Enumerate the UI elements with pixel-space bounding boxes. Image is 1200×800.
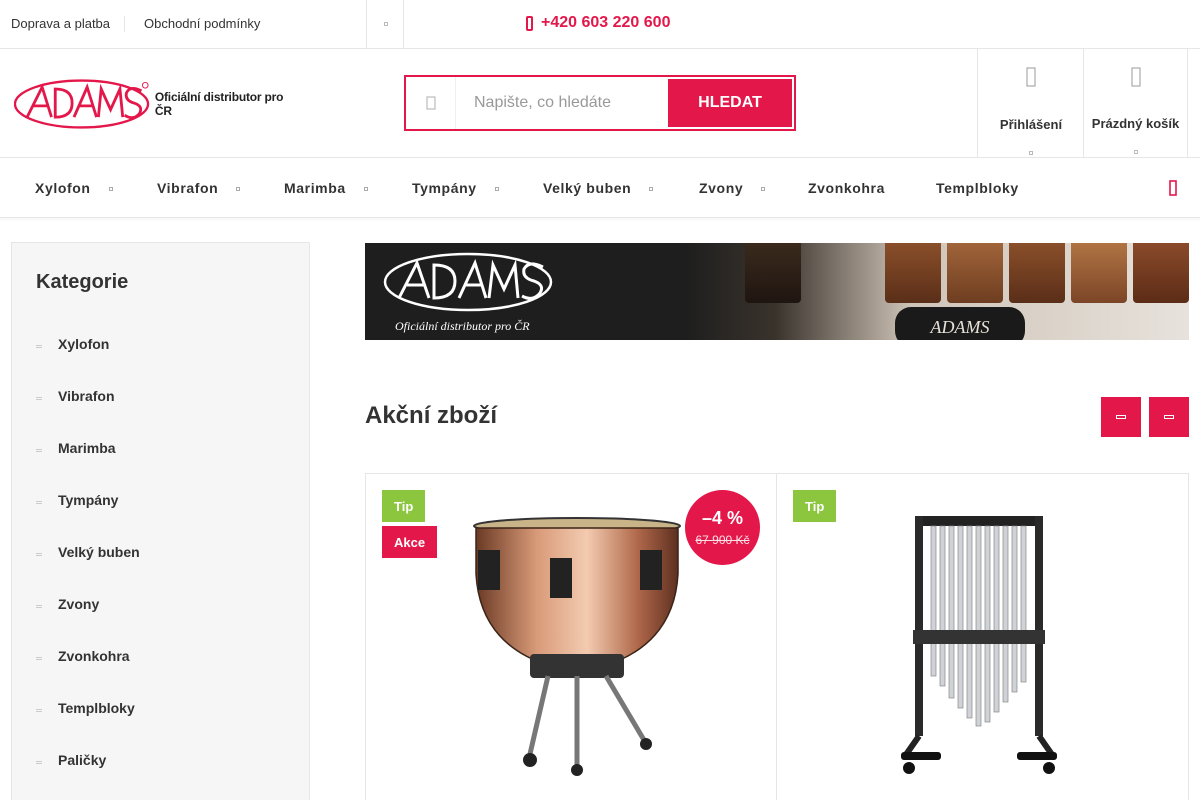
sidebar-item-label: Tympány	[58, 492, 119, 508]
banner-tagline: Oficiální distributor pro ČR	[395, 319, 530, 333]
arrow-right-icon	[1164, 415, 1174, 419]
adams-logo[interactable]: Oficiální distributor pro ČR	[14, 76, 294, 132]
phone-icon	[526, 15, 533, 31]
bullet-icon	[36, 604, 42, 608]
bullet-icon	[36, 760, 42, 764]
sidebar-title: Kategorie	[36, 271, 129, 293]
user-icon	[1026, 67, 1036, 87]
chevron-down-icon	[383, 22, 388, 26]
nav-item-tympany[interactable]: Tympány	[412, 180, 499, 196]
tip-badge: Tip	[793, 490, 837, 522]
discount-percent: –4 %	[701, 508, 744, 528]
more-links-toggle[interactable]	[367, 0, 404, 48]
chevron-down-icon	[1133, 141, 1138, 159]
search-button[interactable]: HLEDAT	[668, 79, 792, 127]
carousel-prev-button[interactable]	[1101, 397, 1141, 437]
sidebar-item-label: Xylofon	[58, 336, 110, 352]
product-carousel: Tip Akce –4 % 67 900 Kč Tip	[365, 473, 1189, 800]
chevron-down-icon	[761, 187, 766, 191]
sale-badge: Akce	[382, 526, 438, 558]
top-bar: Doprava a platba Obchodní podmínky +420 …	[0, 0, 1200, 49]
search-input[interactable]	[456, 78, 666, 128]
sidebar-item-xylofon[interactable]: Xylofon	[36, 336, 109, 352]
product-card[interactable]: Tip	[777, 474, 1189, 800]
bullet-icon	[36, 656, 42, 660]
nav-item-marimba[interactable]: Marimba	[284, 180, 368, 196]
cart-label: Prázdný košík	[1091, 116, 1180, 131]
sidebar-item-label: Paličky	[58, 752, 107, 768]
sidebar-item-label: Marimba	[58, 440, 116, 456]
bullet-icon	[36, 500, 42, 504]
sidebar-item-templbloky[interactable]: Templbloky	[36, 700, 135, 716]
bullet-icon	[36, 396, 42, 400]
phone-link[interactable]: +420 603 220 600	[526, 14, 670, 32]
terms-link[interactable]: Obchodní podmínky	[144, 16, 260, 31]
divider	[403, 0, 404, 48]
nav-item-zvonkohra[interactable]: Zvonkohra	[808, 180, 885, 196]
bullet-icon	[36, 448, 42, 452]
login-label: Přihlášení	[999, 117, 1063, 132]
search-icon	[406, 77, 456, 129]
login-button[interactable]: Přihlášení	[977, 49, 1084, 157]
phone-number: +420 603 220 600	[541, 14, 671, 31]
sidebar-item-tympany[interactable]: Tympány	[36, 492, 118, 508]
category-sidebar: Kategorie Xylofon Vibrafon Marimba Tympá…	[11, 242, 310, 800]
product-card[interactable]: Tip Akce –4 % 67 900 Kč	[366, 474, 777, 800]
sidebar-item-label: Vibrafon	[58, 388, 115, 404]
chevron-down-icon	[494, 187, 499, 191]
old-price: 67 900 Kč	[695, 533, 750, 547]
nav-label: Tympány	[412, 180, 477, 196]
sidebar-item-label: Templbloky	[58, 700, 135, 716]
main-nav: Xylofon Vibrafon Marimba Tympány Velký b…	[0, 158, 1200, 218]
section-title: Akční zboží	[365, 402, 498, 429]
adams-logo-mark	[14, 79, 150, 129]
promo-banner[interactable]: Oficiální distributor pro ČR ADAMS	[365, 243, 1189, 340]
carousel-next-button[interactable]	[1149, 397, 1189, 437]
shipping-payment-link[interactable]: Doprava a platba	[11, 16, 110, 31]
banner-image: ADAMS	[685, 243, 1189, 340]
chevron-down-icon	[649, 187, 654, 191]
arrow-left-icon	[1116, 415, 1126, 419]
adams-logo-mark	[383, 252, 553, 312]
nav-label: Templbloky	[936, 180, 1019, 196]
chevron-down-icon	[108, 187, 113, 191]
sidebar-item-label: Velký buben	[58, 544, 140, 560]
nav-label: Zvony	[699, 180, 744, 196]
sidebar-item-label: Zvony	[58, 596, 100, 612]
header: Oficiální distributor pro ČR HLEDAT Přih…	[0, 49, 1200, 158]
nav-item-zvony[interactable]: Zvony	[699, 180, 766, 196]
discount-badge: –4 % 67 900 Kč	[685, 490, 760, 565]
tip-badge: Tip	[382, 490, 426, 522]
nav-label: Xylofon	[35, 180, 91, 196]
sidebar-item-zvony[interactable]: Zvony	[36, 596, 99, 612]
cart-icon	[1130, 67, 1141, 87]
chevron-down-icon	[363, 187, 368, 191]
search-form: HLEDAT	[404, 75, 796, 131]
cart-button[interactable]: Prázdný košík	[1083, 49, 1188, 157]
nav-item-templbloky[interactable]: Templbloky	[936, 180, 1019, 196]
timpani-image	[473, 517, 681, 776]
search-icon[interactable]	[1167, 180, 1179, 196]
bullet-icon	[36, 344, 42, 348]
sidebar-item-label: Zvonkohra	[58, 648, 130, 664]
nav-item-velky-buben[interactable]: Velký buben	[543, 180, 654, 196]
sidebar-item-palicky[interactable]: Paličky	[36, 752, 106, 768]
sidebar-item-zvonkohra[interactable]: Zvonkohra	[36, 648, 130, 664]
nav-label: Velký buben	[543, 180, 632, 196]
divider	[124, 16, 125, 32]
tubular-bells-image	[901, 516, 1057, 774]
nav-label: Marimba	[284, 180, 346, 196]
svg-text:ADAMS: ADAMS	[930, 317, 990, 337]
nav-label: Zvonkohra	[808, 180, 885, 196]
nav-item-vibrafon[interactable]: Vibrafon	[157, 180, 241, 196]
nav-item-xylofon[interactable]: Xylofon	[35, 180, 113, 196]
sidebar-item-velky-buben[interactable]: Velký buben	[36, 544, 140, 560]
logo-tagline: Oficiální distributor pro ČR	[154, 90, 284, 118]
sidebar-item-marimba[interactable]: Marimba	[36, 440, 116, 456]
bullet-icon	[36, 708, 42, 712]
chevron-down-icon	[236, 187, 241, 191]
nav-label: Vibrafon	[157, 180, 219, 196]
bullet-icon	[36, 552, 42, 556]
sidebar-item-vibrafon[interactable]: Vibrafon	[36, 388, 115, 404]
